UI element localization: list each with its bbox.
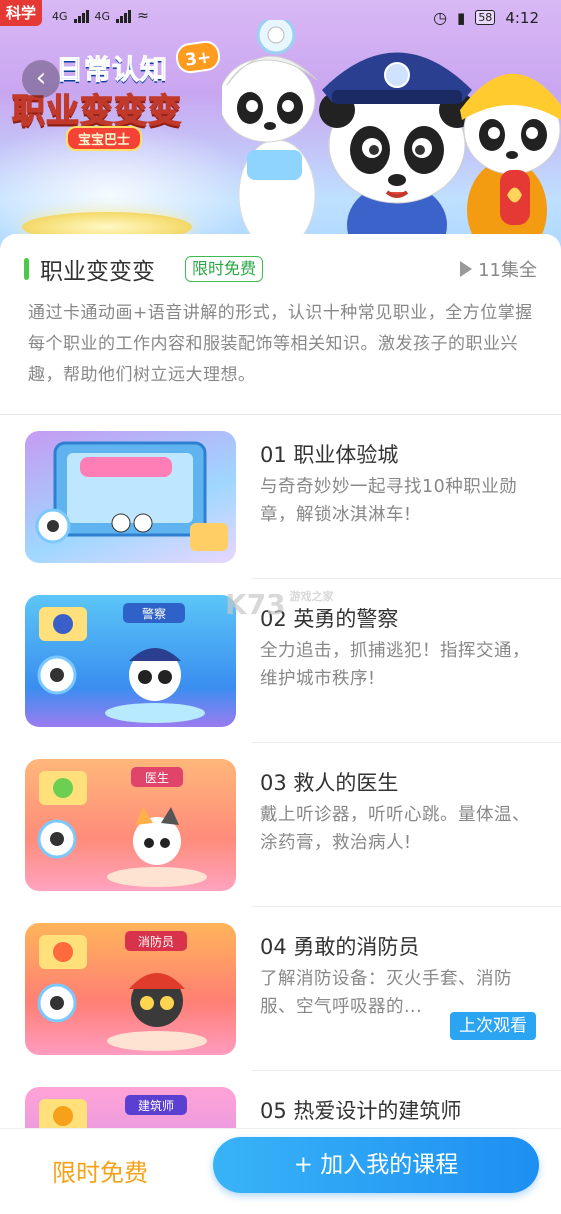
episode-title-4: 04 勇敢的消防员 xyxy=(260,935,420,959)
clock: 4:12 xyxy=(505,8,539,27)
join-course-button[interactable]: + 加入我的课程 xyxy=(213,1137,539,1193)
panda-characters-illustration xyxy=(222,20,561,265)
signal-indicators: 4G 4G ≈ xyxy=(52,8,149,24)
episode-title-1: 01 职业体验城 xyxy=(260,443,399,467)
course-info-card: 职业变变变 限时免费 11集全 通过卡通动画+语音讲解的形式，认识十种常见职业，… xyxy=(0,234,561,416)
title-accent-bar xyxy=(24,258,29,280)
thumb-label-2: 警察 xyxy=(142,606,166,621)
episode-thumbnail-3[interactable]: 医生 xyxy=(25,759,236,891)
network-type-2: 4G xyxy=(94,9,111,23)
play-icon xyxy=(460,261,473,277)
episode-desc-3: 戴上听诊器，听听心跳。量体温、涂药膏，救治病人! xyxy=(260,805,530,853)
signal-icon xyxy=(73,9,89,23)
episode-thumbnail-2[interactable]: 警察 xyxy=(25,595,236,727)
thumb-label-5: 建筑师 xyxy=(138,1098,174,1113)
course-description: 通过卡通动画+语音讲解的形式，认识十种常见职业，全方位掌握每个职业的工作内容和服… xyxy=(28,303,533,385)
status-bar: 科学 4G 4G ≈ ◷ ▮ 58 4:12 xyxy=(0,0,561,36)
status-right: ◷ ▮ 58 4:12 xyxy=(433,8,539,27)
thumb-label-3: 医生 xyxy=(145,771,169,785)
watermark-main: K73 xyxy=(225,588,286,621)
wifi-icon: ≈ xyxy=(137,8,149,24)
episode-thumbnail-1[interactable] xyxy=(25,431,236,563)
episode-thumbnail-2-art: 警察 xyxy=(37,603,205,723)
thumb-label-4: 消防员 xyxy=(138,934,174,949)
episode-thumbnail-4[interactable]: 消防员 xyxy=(25,923,236,1055)
doctor-panda xyxy=(222,20,318,251)
battery-icon: 58 xyxy=(475,10,496,25)
episode-desc-1: 与奇奇妙妙一起寻找10种职业勋章，解锁冰淇淋车! xyxy=(260,477,518,525)
course-detail-page: 日常认知 3+ 职业变变变 宝宝巴士 科学 4G 4G ≈ ◷ ▮ 58 4:1… xyxy=(0,0,561,1214)
episode-item-1[interactable]: 01 职业体验城 与奇奇妙妙一起寻找10种职业勋章，解锁冰淇淋车! xyxy=(0,415,561,579)
free-badge: 限时免费 xyxy=(185,256,264,282)
course-title: 职业变变变 xyxy=(40,259,155,285)
episode-desc-2: 全力追击，抓捕逃犯！指挥交通，维护城市秩序! xyxy=(260,641,530,689)
episode-count[interactable]: 11集全 xyxy=(460,256,537,282)
episode-title-3: 03 救人的医生 xyxy=(260,771,399,795)
network-type-1: 4G xyxy=(52,9,68,23)
brand-badge: 宝宝巴士 xyxy=(66,126,143,151)
status-tag: 科学 xyxy=(0,0,43,26)
episode-thumbnail-3-art: 医生 xyxy=(37,767,207,887)
logo-line-1: 日常认知 xyxy=(56,55,168,87)
watermark-sub: 游戏之家 xyxy=(289,590,334,603)
bottom-action-bar: 限时免费 + 加入我的课程 xyxy=(0,1128,561,1214)
course-banner: 日常认知 3+ 职业变变变 宝宝巴士 科学 4G 4G ≈ ◷ ▮ 58 4:1… xyxy=(0,0,561,265)
price-label: 限时免费 xyxy=(52,1159,148,1187)
watermark: K73 游戏之家 xyxy=(225,588,334,621)
episode-title-5: 05 热爱设计的建筑师 xyxy=(260,1099,462,1123)
episode-thumbnail-1-art xyxy=(35,441,228,551)
last-watched-badge: 上次观看 xyxy=(450,1012,536,1040)
episode-item-4[interactable]: 消防员 04 勇敢的消防员 了解消防设备：灭火手套、消防服、空气呼吸器的... … xyxy=(0,907,561,1071)
episode-count-label: 11集全 xyxy=(478,260,537,281)
episode-item-3[interactable]: 医生 03 救人的医生 戴上听诊器，听听心跳。量体温、涂药膏，救治病人! xyxy=(0,743,561,907)
firefighter-panda xyxy=(460,73,561,260)
signal-icon-2 xyxy=(116,9,132,23)
back-button[interactable]: ‹ xyxy=(22,60,60,98)
vibrate-icon: ▮ xyxy=(457,8,466,27)
alarm-icon: ◷ xyxy=(433,8,448,27)
age-badge: 3+ xyxy=(174,39,222,75)
episode-thumbnail-4-art: 消防员 xyxy=(37,931,207,1051)
